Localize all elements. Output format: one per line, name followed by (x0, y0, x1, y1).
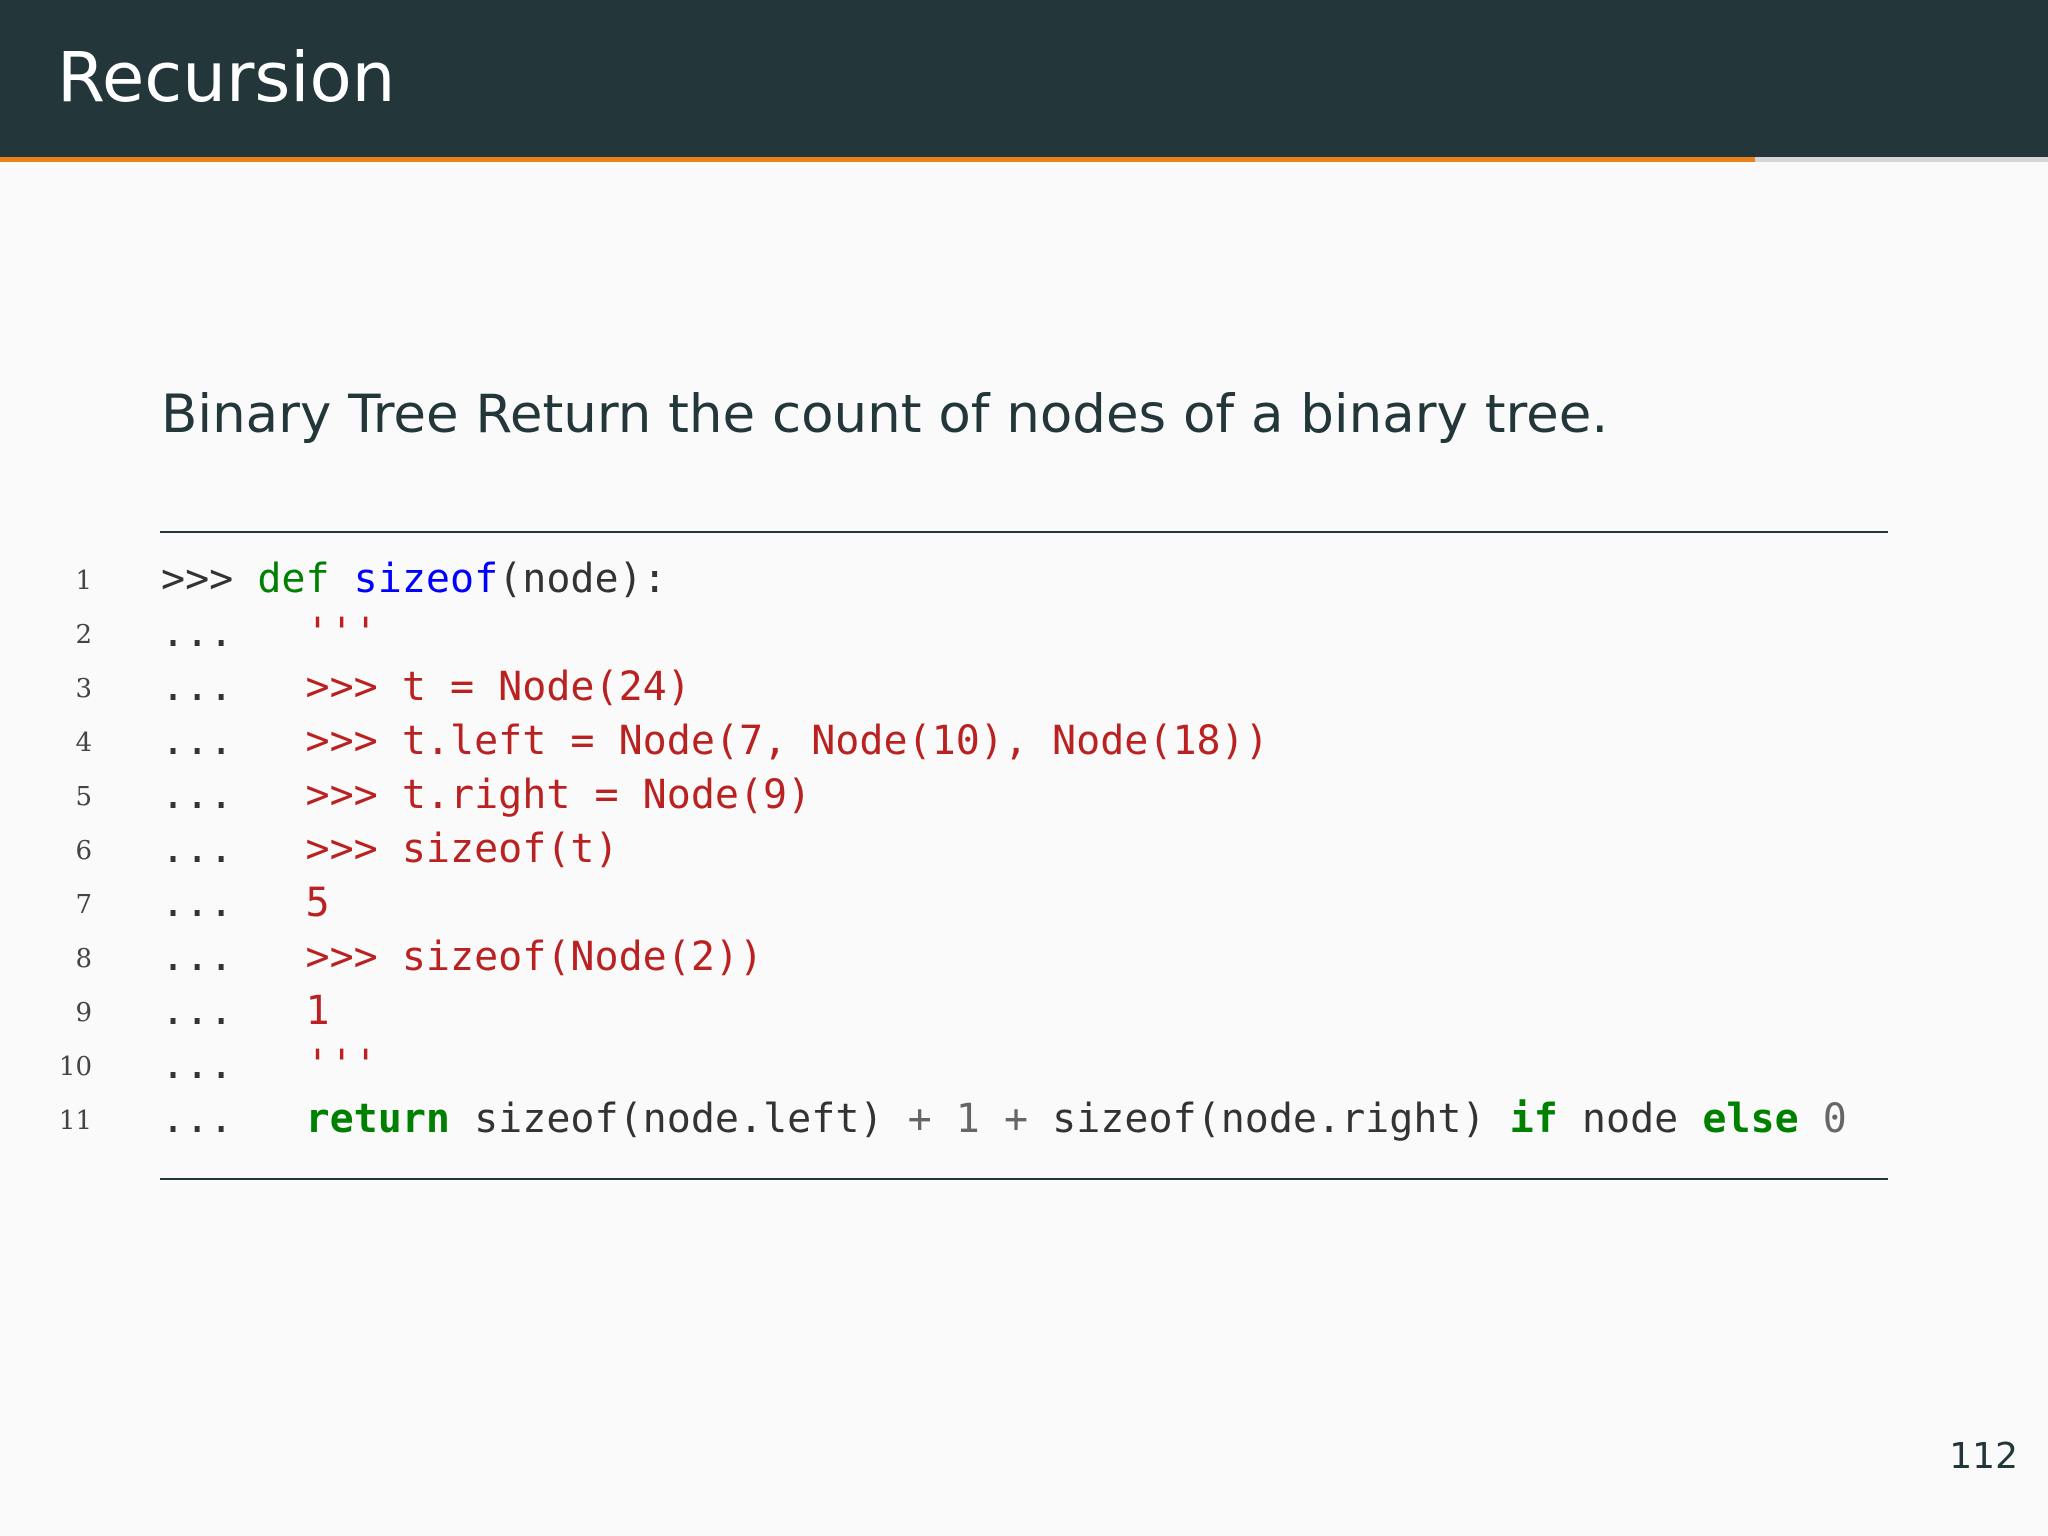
code-line: 10... ''' (0, 1038, 2048, 1092)
code-token: sizeof (353, 556, 499, 602)
code-bottom-rule (160, 1178, 1888, 1180)
code-token: >>> t = Node(24) (305, 664, 691, 710)
code-token: ... (161, 826, 306, 872)
code-token: >>> (161, 556, 258, 602)
code-token: if (1509, 1096, 1558, 1142)
code-line: 11... return sizeof(node.left) + 1 + siz… (0, 1092, 2048, 1146)
code-token: >>> sizeof(Node(2)) (305, 934, 764, 980)
code-token: ... (161, 988, 306, 1034)
code-text: ... >>> sizeof(t) (161, 822, 619, 876)
line-number: 5 (75, 782, 92, 812)
code-token: 5 (305, 880, 330, 926)
slide-header: Recursion (0, 0, 2048, 157)
line-number: 3 (75, 674, 92, 704)
code-token: ... (161, 772, 306, 818)
code-token: ... (161, 718, 306, 764)
code-token: >>> t.right = Node(9) (305, 772, 812, 818)
code-text: ... return sizeof(node.left) + 1 + sizeo… (161, 1092, 1847, 1146)
line-number: 1 (75, 566, 92, 596)
code-text: ... 1 (161, 984, 330, 1038)
code-token: 1 (305, 988, 330, 1034)
slide-heading: Binary Tree Return the count of nodes of… (161, 384, 1609, 445)
line-number: 6 (75, 836, 92, 866)
code-token: ''' (305, 1042, 378, 1088)
line-number: 4 (75, 728, 92, 758)
code-token: >>> t.left = Node(7, Node(10), Node(18)) (305, 718, 1269, 764)
code-token: def (257, 556, 330, 602)
code-line: 3... >>> t = Node(24) (0, 660, 2048, 714)
code-token: return (305, 1096, 451, 1142)
code-token: ... (161, 880, 306, 926)
line-number: 11 (58, 1106, 92, 1136)
line-number: 10 (58, 1052, 92, 1082)
code-token: sizeof(node.left) (450, 1096, 908, 1142)
code-text: ... >>> t = Node(24) (161, 660, 691, 714)
page-number: 112 (1949, 1436, 2018, 1477)
code-line: 5... >>> t.right = Node(9) (0, 768, 2048, 822)
code-line: 1 >>> def sizeof(node): (0, 552, 2048, 606)
code-token: ... (161, 1042, 306, 1088)
code-token: sizeof(node.right) (1028, 1096, 1510, 1142)
slide-title: Recursion (57, 38, 396, 118)
code-text: >>> def sizeof(node): (161, 552, 667, 606)
code-token: 1 (955, 1096, 980, 1142)
code-token: ... (161, 610, 306, 656)
code-token: ... (161, 934, 306, 980)
code-token: + (907, 1096, 932, 1142)
code-token: + (1003, 1096, 1029, 1142)
code-line: 4... >>> t.left = Node(7, Node(10), Node… (0, 714, 2048, 768)
code-token: 0 (1822, 1096, 1847, 1142)
code-token: else (1702, 1096, 1799, 1142)
code-line: 8... >>> sizeof(Node(2)) (0, 930, 2048, 984)
code-text: ... >>> t.left = Node(7, Node(10), Node(… (161, 714, 1269, 768)
code-token: ... (161, 1096, 306, 1142)
code-text: ... ''' (161, 606, 378, 660)
line-number: 2 (75, 620, 92, 650)
code-text: ... >>> sizeof(Node(2)) (161, 930, 763, 984)
progress-bar (0, 157, 2048, 162)
code-text: ... ''' (161, 1038, 378, 1092)
code-text: ... 5 (161, 876, 330, 930)
code-token: >>> sizeof(t) (305, 826, 619, 872)
line-number: 8 (75, 944, 92, 974)
code-token: node (1557, 1096, 1703, 1142)
line-number: 7 (75, 890, 92, 920)
code-line: 6... >>> sizeof(t) (0, 822, 2048, 876)
progress-bar-fill (0, 157, 1756, 162)
code-token: ''' (305, 610, 378, 656)
code-line: 2... ''' (0, 606, 2048, 660)
code-text: ... >>> t.right = Node(9) (161, 768, 811, 822)
code-line: 7... 5 (0, 876, 2048, 930)
code-token: ... (161, 664, 306, 710)
code-top-rule (160, 531, 1888, 533)
code-token: (node): (498, 556, 667, 602)
code-line: 9... 1 (0, 984, 2048, 1038)
line-number: 9 (75, 998, 92, 1028)
